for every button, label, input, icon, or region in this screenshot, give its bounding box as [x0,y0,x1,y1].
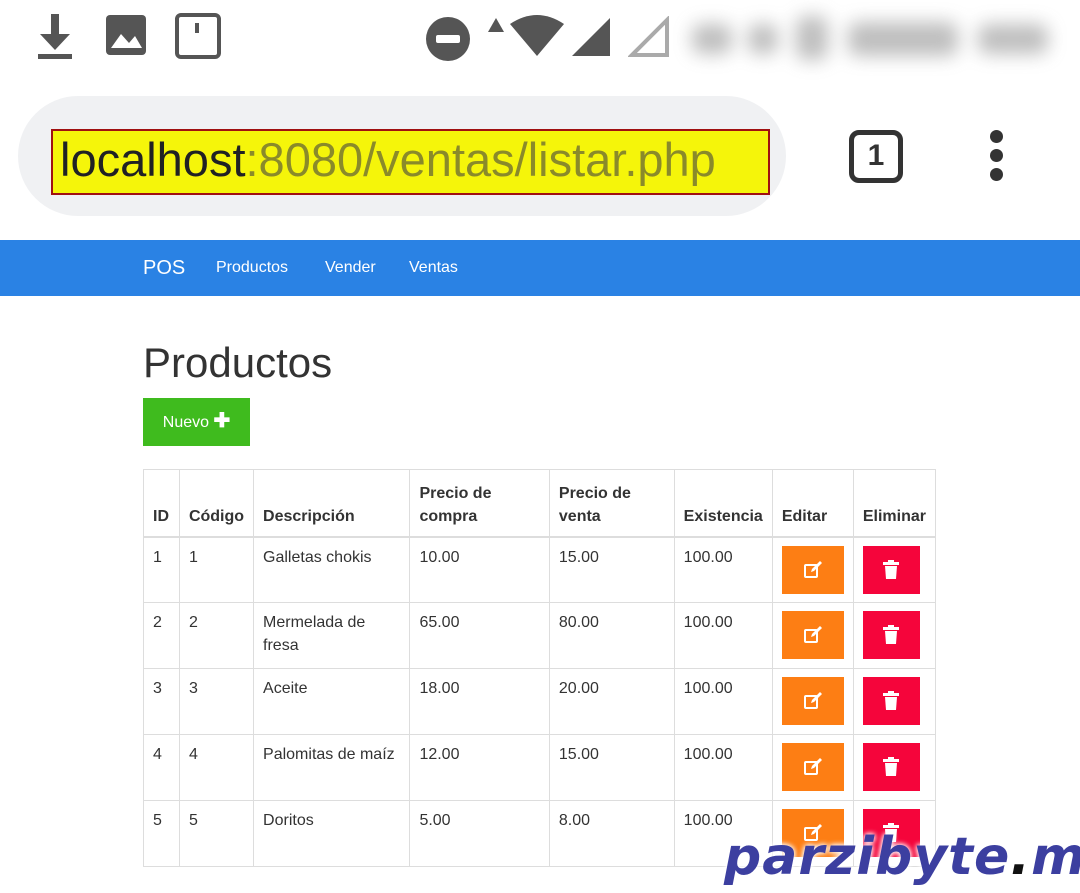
cell-code: 1 [178,536,255,603]
cell-description: Aceite [253,668,411,735]
data-arrow-icon [488,18,504,32]
trash-icon [863,757,920,777]
nav-link-productos[interactable]: Productos [216,240,288,296]
cell-description: Mermelada de fresa [253,602,411,669]
table-row: 3 3 Aceite 18.00 20.00 100.00 [143,668,937,735]
cell-sale-price: 20.00 [548,668,675,735]
cell-purchase-price: 18.00 [409,668,550,735]
watermark: parzibyte.me [724,822,1080,892]
navbar-brand[interactable]: POS [143,240,185,296]
cell-code: 3 [178,668,255,735]
cell-signal-icon [572,18,610,56]
overflow-menu-icon[interactable] [984,130,1008,182]
header-code: Código [178,469,255,538]
nav-link-vender[interactable]: Vender [325,240,376,296]
cell-id: 4 [143,734,180,801]
plus-icon: ✚ [213,410,231,432]
cell-description: Palomitas de maíz [253,734,411,801]
cell-delete [852,536,937,603]
image-icon [106,15,146,55]
edit-button[interactable] [781,545,844,594]
header-edit: Editar [771,469,854,538]
cell-sale-price: 80.00 [548,602,675,669]
header-delete: Eliminar [852,469,937,538]
watermark-name: parzibyte [724,827,1011,887]
download-icon [38,14,72,59]
url-path: :8080/ventas/listar.php [245,133,716,186]
screenshot-frame-icon [175,13,221,59]
cell-code: 4 [178,734,255,801]
url-text[interactable]: localhost:8080/ventas/listar.php [60,130,716,190]
new-product-button[interactable]: Nuevo ✚ [143,398,250,446]
edit-icon [782,757,844,777]
cell-code: 2 [178,602,255,669]
delete-button[interactable] [862,611,920,659]
table-header-row: ID Código Descripción Precio de compra P… [143,469,937,538]
cell-description: Doritos [253,800,411,867]
table-row: 2 2 Mermelada de fresa 65.00 80.00 100.00 [143,602,937,669]
trash-icon [863,559,920,580]
cell-signal-empty-icon [628,16,669,57]
cell-purchase-price: 10.00 [409,536,550,603]
products-table: ID Código Descripción Precio de compra P… [143,469,937,867]
header-id: ID [143,469,180,538]
edit-icon [782,691,844,711]
page-title: Productos [143,339,333,386]
edit-icon [782,625,844,645]
status-bar [0,0,1080,75]
cell-stock: 100.00 [673,734,773,801]
cell-id: 1 [143,536,180,603]
cell-stock: 100.00 [673,668,773,735]
blurred-status-area [688,8,1058,66]
edit-icon [782,560,844,580]
edit-button[interactable] [781,677,844,725]
cell-id: 2 [143,602,180,669]
cell-delete [852,602,937,669]
edit-button[interactable] [781,611,844,659]
cell-delete [852,668,937,735]
do-not-disturb-icon [426,17,470,61]
cell-sale-price: 15.00 [548,734,675,801]
watermark-dot: . [1010,827,1032,887]
cell-stock: 100.00 [673,602,773,669]
cell-delete [852,734,937,801]
cell-sale-price: 15.00 [548,536,675,603]
cell-code: 5 [178,800,255,867]
header-sale-price: Precio de venta [548,469,675,538]
cell-edit [771,734,854,801]
watermark-tld: me [1031,827,1080,887]
cell-edit [771,536,854,603]
cell-stock: 100.00 [673,536,773,603]
cell-edit [771,668,854,735]
delete-button[interactable] [862,743,920,791]
cell-purchase-price: 65.00 [409,602,550,669]
cell-description: Galletas chokis [253,536,411,603]
url-host: localhost [60,133,246,186]
cell-purchase-price: 5.00 [409,800,550,867]
header-description: Descripción [253,469,411,538]
nav-link-ventas[interactable]: Ventas [409,240,458,296]
table-row: 1 1 Galletas chokis 10.00 15.00 100.00 [143,536,937,603]
header-stock: Existencia [673,469,773,538]
cell-purchase-price: 12.00 [409,734,550,801]
cell-id: 5 [143,800,180,867]
table-row: 4 4 Palomitas de maíz 12.00 15.00 100.00 [143,734,937,801]
tab-switcher-button[interactable]: 1 [849,130,903,183]
new-button-label: Nuevo [162,414,210,431]
delete-button[interactable] [862,545,920,594]
delete-button[interactable] [862,677,920,725]
table-body: 1 1 Galletas chokis 10.00 15.00 100.00 2 2 Merme… [143,536,937,867]
wifi-icon [510,15,564,56]
cell-sale-price: 8.00 [548,800,675,867]
cell-edit [771,602,854,669]
top-navbar: POS Productos Vender Ventas [0,240,1080,296]
cell-id: 3 [143,668,180,735]
trash-icon [863,691,920,711]
trash-icon [863,625,920,645]
edit-button[interactable] [781,743,844,791]
header-purchase-price: Precio de compra [409,469,550,538]
